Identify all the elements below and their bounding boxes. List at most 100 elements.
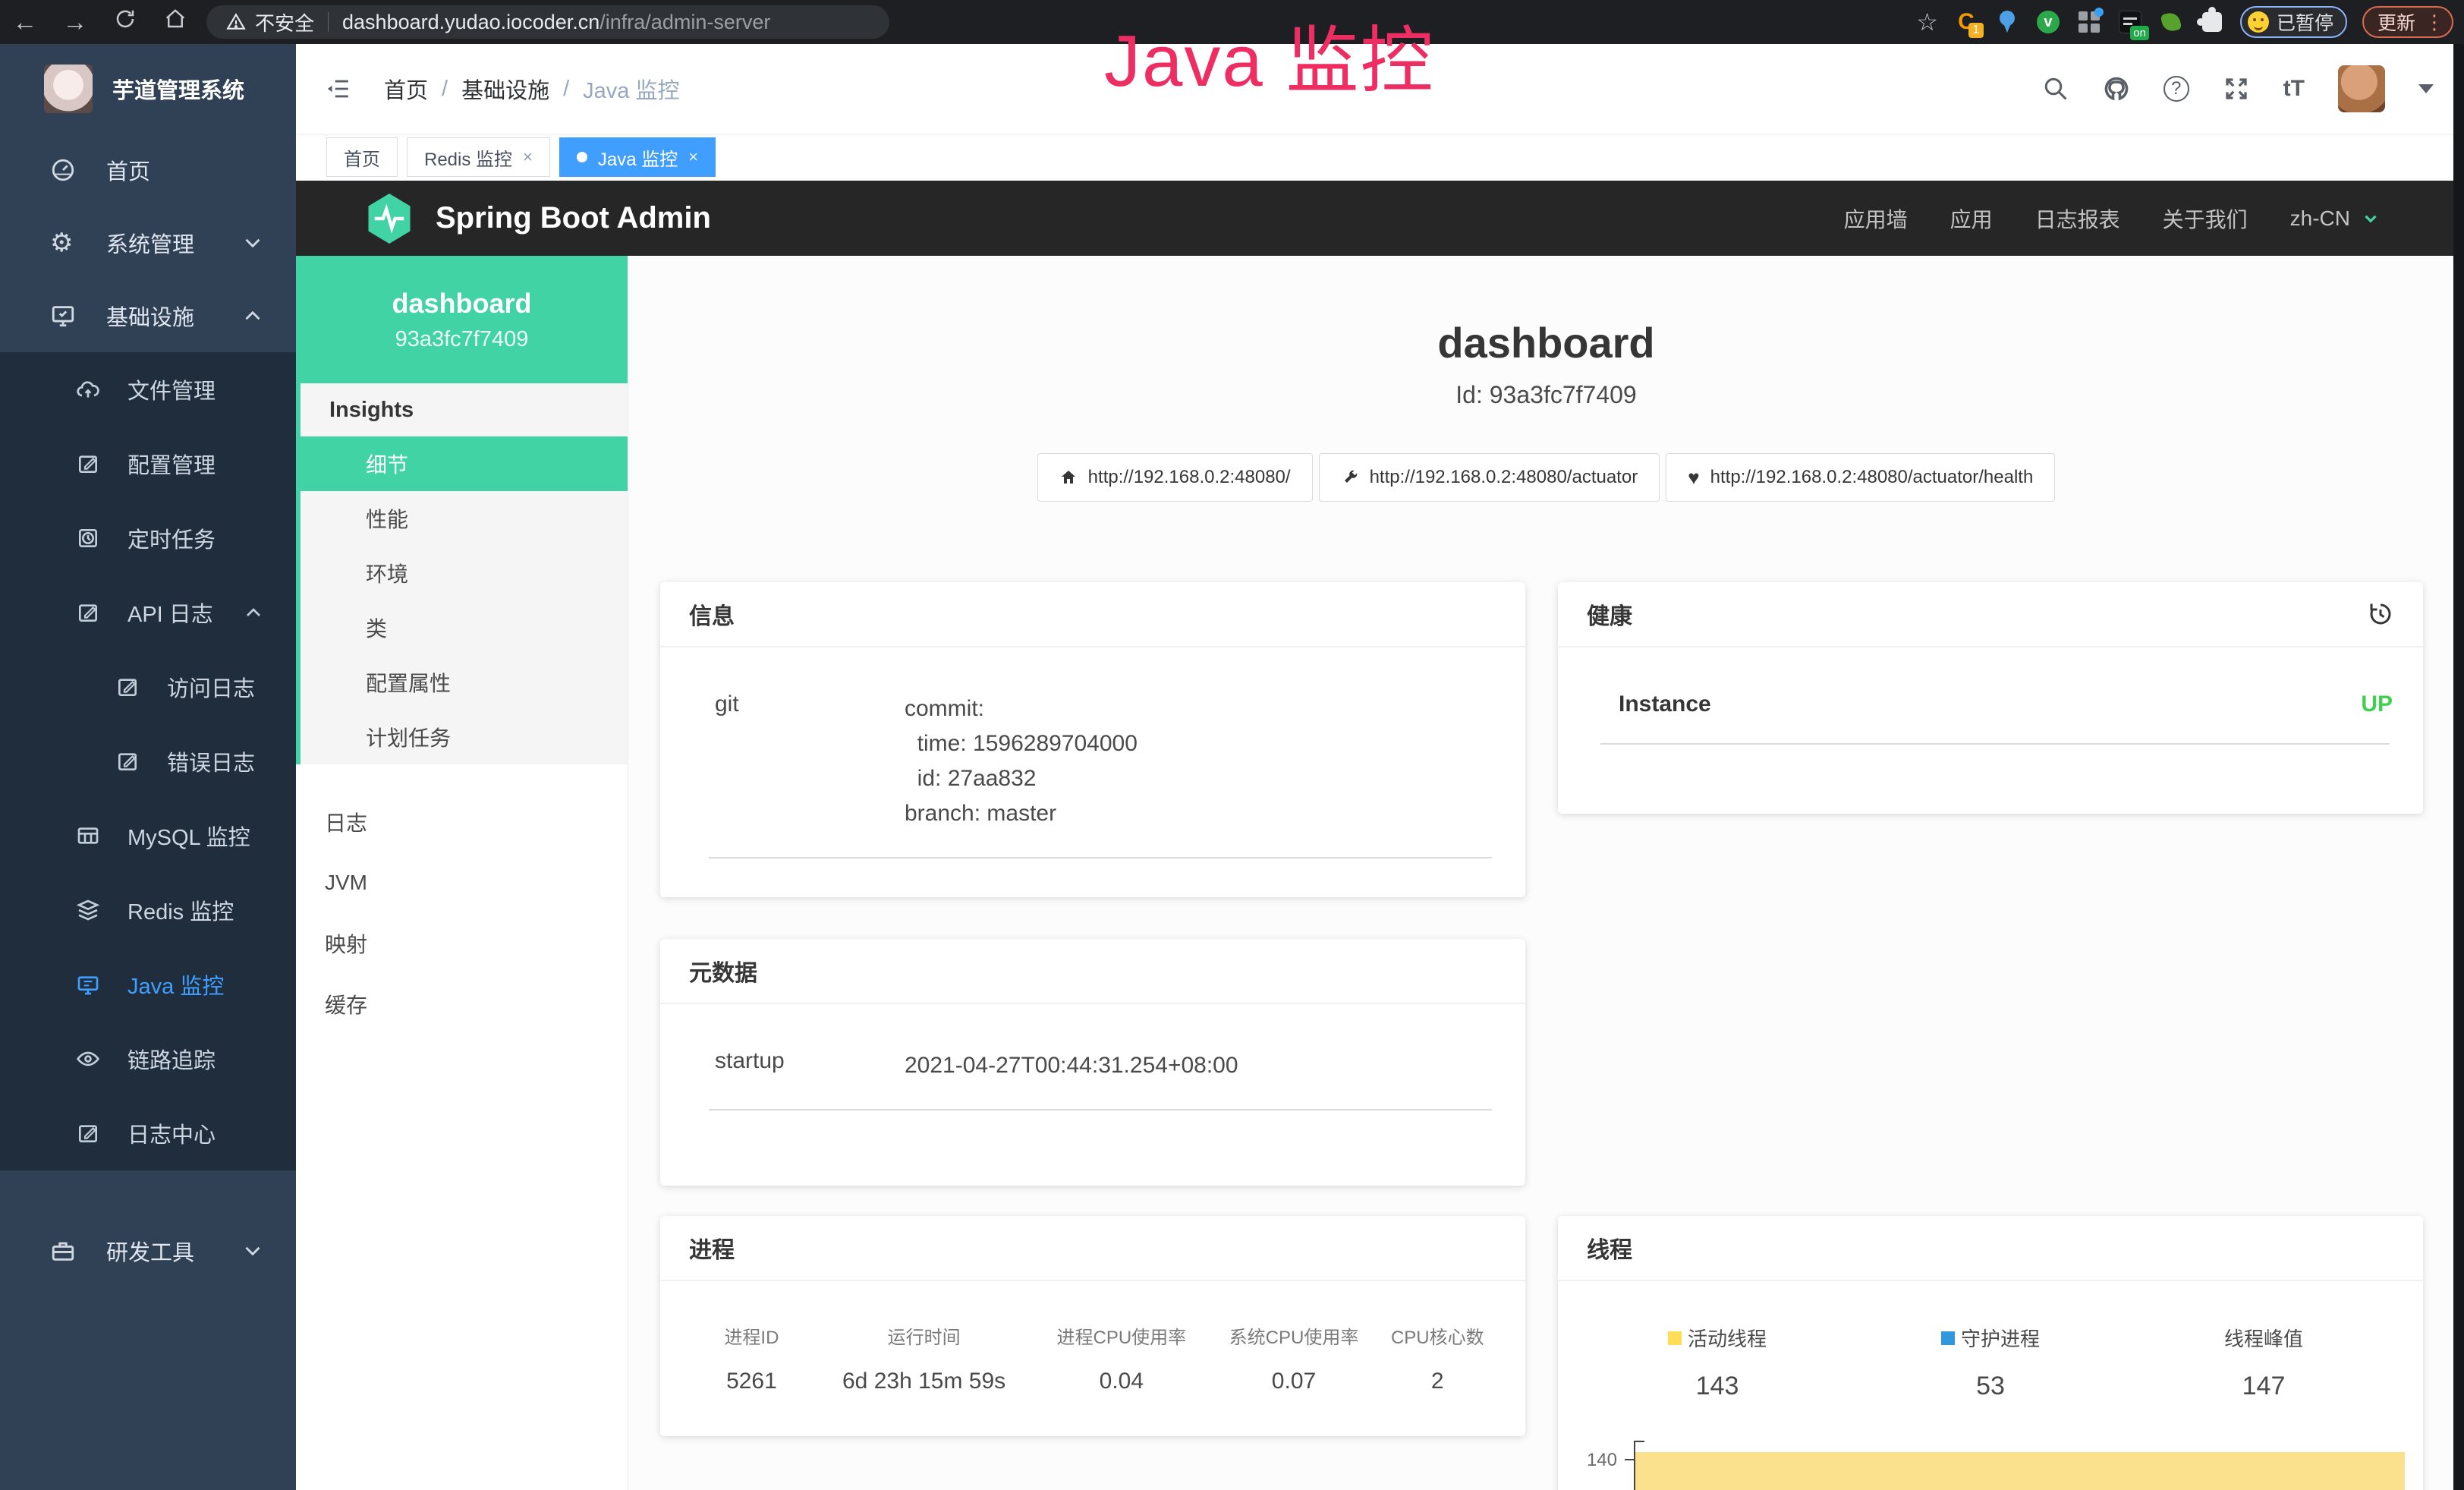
monitor-check-icon bbox=[50, 303, 76, 329]
actuator-url-button[interactable]: http://192.168.0.2:48080/actuator bbox=[1319, 453, 1660, 502]
menu-item-caches[interactable]: 缓存 bbox=[296, 974, 628, 1035]
sidebar-item-system[interactable]: ⚙ 系统管理 bbox=[0, 206, 296, 279]
menu-item-logs[interactable]: 日志 bbox=[296, 792, 628, 852]
sidebar-item-access-log[interactable]: 访问日志 bbox=[0, 650, 296, 724]
breadcrumb-infra[interactable]: 基础设施 bbox=[461, 73, 549, 105]
spring-boot-admin-logo[interactable] bbox=[364, 191, 414, 247]
edit-square-icon bbox=[76, 452, 100, 476]
legend-value: 147 bbox=[2242, 1372, 2286, 1401]
sidebar-item-label: 日志中心 bbox=[127, 1117, 216, 1149]
legend-label: 守护进程 bbox=[1961, 1324, 2040, 1352]
update-button[interactable]: 更新 ⋮ bbox=[2362, 6, 2453, 38]
page-title: dashboard bbox=[628, 318, 2464, 367]
history-icon[interactable] bbox=[2367, 600, 2394, 628]
sidebar-item-files[interactable]: 文件管理 bbox=[0, 352, 296, 427]
sidebar-item-home[interactable]: 首页 bbox=[0, 134, 296, 206]
sidebar-item-mysql[interactable]: MySQL 监控 bbox=[0, 799, 296, 873]
extension-grid-icon[interactable] bbox=[2076, 9, 2102, 35]
main-column: 首页 / 基础设施 / Java 监控 ? tT 首页 Redis 监控 bbox=[296, 44, 2464, 1490]
bookmark-star-icon[interactable]: ☆ bbox=[1916, 8, 1938, 36]
close-icon[interactable]: × bbox=[688, 147, 698, 167]
security-label[interactable]: 不安全 bbox=[255, 8, 314, 36]
sba-nav-applications[interactable]: 应用 bbox=[1950, 203, 1993, 234]
menu-item-classes[interactable]: 类 bbox=[301, 600, 628, 655]
sba-nav: 应用墙 应用 日志报表 关于我们 zh-CN bbox=[1844, 203, 2381, 234]
avatar-caret-icon[interactable] bbox=[2418, 84, 2434, 93]
menu-item-environment[interactable]: 环境 bbox=[301, 546, 628, 600]
sidebar-item-devtools[interactable]: 研发工具 bbox=[0, 1214, 296, 1287]
extension-pin-icon[interactable] bbox=[1994, 9, 2020, 35]
sidebar-item-trace[interactable]: 链路追踪 bbox=[0, 1022, 296, 1096]
panel-title: 信息 bbox=[689, 597, 735, 631]
service-url-button[interactable]: http://192.168.0.2:48080/ bbox=[1037, 453, 1313, 502]
sidebar-item-redis[interactable]: Redis 监控 bbox=[0, 873, 296, 947]
menu-item-configprops[interactable]: 配置属性 bbox=[301, 655, 628, 710]
home-icon[interactable] bbox=[150, 8, 200, 36]
collapse-sidebar-icon[interactable] bbox=[323, 76, 354, 102]
sidebar-item-label: 首页 bbox=[106, 154, 150, 186]
sba-nav-journal[interactable]: 日志报表 bbox=[2035, 203, 2120, 234]
reload-icon[interactable] bbox=[100, 8, 150, 36]
extensions-puzzle-icon[interactable] bbox=[2199, 9, 2225, 35]
url-path: /infra/admin-server bbox=[599, 11, 770, 34]
sba-nav-wallboard[interactable]: 应用墙 bbox=[1844, 203, 1908, 234]
sidebar-item-infra[interactable]: 基础设施 bbox=[0, 279, 296, 352]
instance-header[interactable]: dashboard 93a3fc7f7409 bbox=[296, 256, 628, 383]
sba-body: dashboard 93a3fc7f7409 Insights 细节 性能 环境… bbox=[296, 256, 2464, 1490]
github-icon[interactable] bbox=[2103, 75, 2130, 102]
sba-language-select[interactable]: zh-CN bbox=[2290, 206, 2381, 231]
menu-item-details[interactable]: 细节 bbox=[296, 436, 628, 491]
search-icon[interactable] bbox=[2042, 75, 2069, 102]
menu-item-jvm[interactable]: JVM bbox=[296, 852, 628, 913]
user-avatar[interactable] bbox=[2338, 65, 2385, 112]
sidebar-item-log-center[interactable]: 日志中心 bbox=[0, 1096, 296, 1170]
help-icon[interactable]: ? bbox=[2163, 76, 2189, 102]
profile-paused-chip[interactable]: 已暂停 bbox=[2240, 6, 2347, 38]
process-pid: 5261 bbox=[691, 1369, 813, 1394]
breadcrumb-home[interactable]: 首页 bbox=[384, 73, 428, 105]
tab-java[interactable]: Java 监控 × bbox=[559, 137, 716, 177]
column-header: 运行时间 bbox=[813, 1322, 1035, 1349]
metadata-panel-body: startup 2021-04-27T00:44:31.254+08:00 bbox=[660, 1004, 1525, 1147]
tab-redis[interactable]: Redis 监控 × bbox=[407, 137, 550, 177]
sidebar-item-error-log[interactable]: 错误日志 bbox=[0, 724, 296, 799]
panel-title: 元数据 bbox=[689, 954, 757, 988]
extension-leaf-icon[interactable] bbox=[2158, 9, 2184, 35]
tick-mark bbox=[1625, 1459, 1634, 1460]
page-scrollbar[interactable] bbox=[2453, 44, 2464, 1490]
menu-item-mappings[interactable]: 映射 bbox=[296, 913, 628, 974]
health-url-button[interactable]: ♥ http://192.168.0.2:48080/actuator/heal… bbox=[1666, 453, 2055, 502]
legend-swatch-blue bbox=[1941, 1331, 1955, 1345]
close-icon[interactable]: × bbox=[523, 147, 533, 167]
fullscreen-icon[interactable] bbox=[2223, 75, 2250, 102]
update-label: 更新 bbox=[2377, 8, 2415, 36]
edit-square-icon bbox=[76, 1121, 100, 1145]
metadata-key: startup bbox=[715, 1048, 905, 1083]
font-size-icon[interactable]: tT bbox=[2283, 76, 2305, 102]
browser-menu-icon[interactable]: ⋮ bbox=[2425, 11, 2444, 34]
forward-icon[interactable]: → bbox=[50, 8, 100, 36]
menu-item-metrics[interactable]: 性能 bbox=[301, 491, 628, 546]
overlay-annotation: Java 监控 bbox=[1104, 2, 1434, 107]
sidebar-item-java[interactable]: Java 监控 bbox=[0, 947, 296, 1022]
sidebar-item-label: 链路追踪 bbox=[127, 1043, 216, 1075]
sba-nav-about[interactable]: 关于我们 bbox=[2163, 203, 2248, 234]
sba-brand-title[interactable]: Spring Boot Admin bbox=[436, 201, 711, 235]
tab-home[interactable]: 首页 bbox=[326, 137, 398, 177]
sidebar-item-jobs[interactable]: 定时任务 bbox=[0, 501, 296, 575]
instance-sidebar: dashboard 93a3fc7f7409 Insights 细节 性能 环境… bbox=[296, 256, 628, 1490]
menu-item-scheduled-tasks[interactable]: 计划任务 bbox=[301, 710, 628, 764]
extension-v-icon[interactable]: v bbox=[2035, 9, 2061, 35]
process-table-values: 5261 6d 23h 15m 59s 0.04 0.07 2 bbox=[660, 1349, 1525, 1434]
extension-orange-icon[interactable]: C 1 bbox=[1953, 9, 1979, 35]
sidebar-item-config[interactable]: 配置管理 bbox=[0, 427, 296, 501]
address-bar[interactable]: 不安全 dashboard.yudao.iocoder.cn /infra/ad… bbox=[206, 5, 889, 39]
sidebar-item-api-log[interactable]: API 日志 bbox=[0, 575, 296, 650]
app-logo-row[interactable]: 芋道管理系统 bbox=[0, 44, 296, 134]
extension-monkey-icon[interactable]: on bbox=[2117, 9, 2143, 35]
extension-on-badge: on bbox=[2130, 26, 2149, 40]
process-panel-header: 进程 bbox=[660, 1216, 1525, 1281]
back-icon[interactable]: ← bbox=[0, 8, 50, 36]
left-panel-column: 信息 git commit: time: 1596289704000 id: 2… bbox=[660, 582, 1525, 1490]
legend-label: 线程峰值 bbox=[2224, 1324, 2303, 1352]
